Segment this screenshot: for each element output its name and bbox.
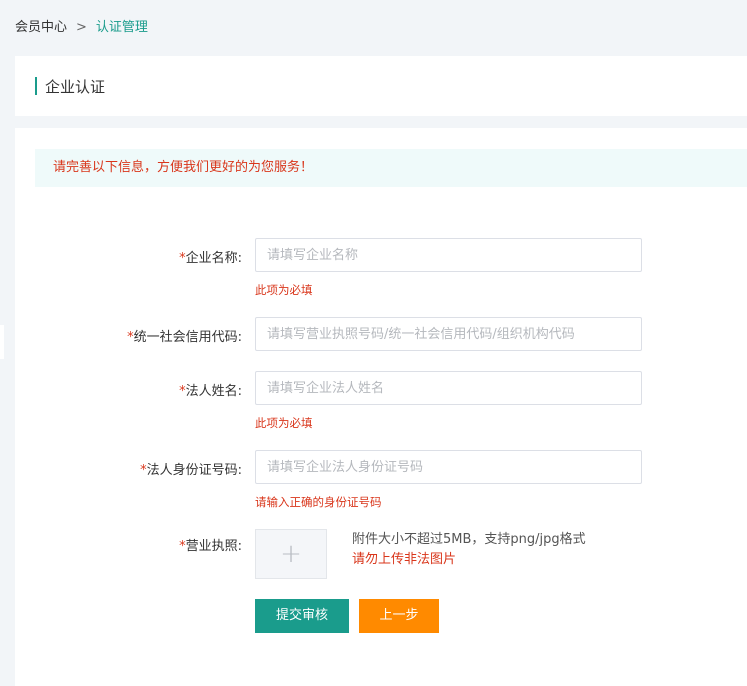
credit-code-input[interactable] [255, 317, 642, 351]
company-name-input[interactable] [255, 238, 642, 272]
section-accent-bar [35, 77, 37, 95]
form-panel: 请完善以下信息，方便我们更好的为您服务！ *企业名称: 此项为必填 *统一社会信… [15, 128, 747, 686]
breadcrumb-root-link[interactable]: 会员中心 [15, 20, 67, 35]
breadcrumb-separator: > [76, 20, 87, 35]
breadcrumb-current: 认证管理 [95, 20, 148, 35]
upload-hint-warning: 请勿上传非法图片 [352, 552, 457, 567]
upload-hint-size: 附件大小不超过5MB，支持png/jpg格式 [352, 532, 586, 547]
previous-step-button[interactable]: 上一步 [359, 599, 439, 633]
info-notice: 请完善以下信息，方便我们更好的为您服务！ [35, 149, 747, 187]
legal-id-label: *法人身份证号码: [140, 463, 242, 478]
submit-review-button[interactable]: 提交审核 [255, 599, 349, 633]
sidebar-collapse-handle[interactable] [0, 325, 4, 359]
section-header: 企业认证 [15, 56, 747, 116]
legal-name-error: 此项为必填 [255, 416, 313, 430]
legal-id-error: 请输入正确的身份证号码 [255, 495, 382, 509]
license-upload-button[interactable]: + [255, 529, 327, 579]
legal-name-input[interactable] [255, 371, 642, 405]
license-label: *营业执照: [179, 539, 242, 554]
credit-code-label: *统一社会信用代码: [127, 330, 242, 345]
upload-hint: 附件大小不超过5MB，支持png/jpg格式 请勿上传非法图片 [352, 530, 586, 570]
plus-icon: + [280, 539, 302, 569]
company-name-error: 此项为必填 [255, 283, 313, 297]
legal-id-input[interactable] [255, 450, 642, 484]
section-title: 企业认证 [45, 78, 106, 96]
company-name-label: *企业名称: [179, 251, 242, 266]
legal-name-label: *法人姓名: [179, 384, 242, 399]
breadcrumb: 会员中心 > 认证管理 [15, 16, 148, 35]
